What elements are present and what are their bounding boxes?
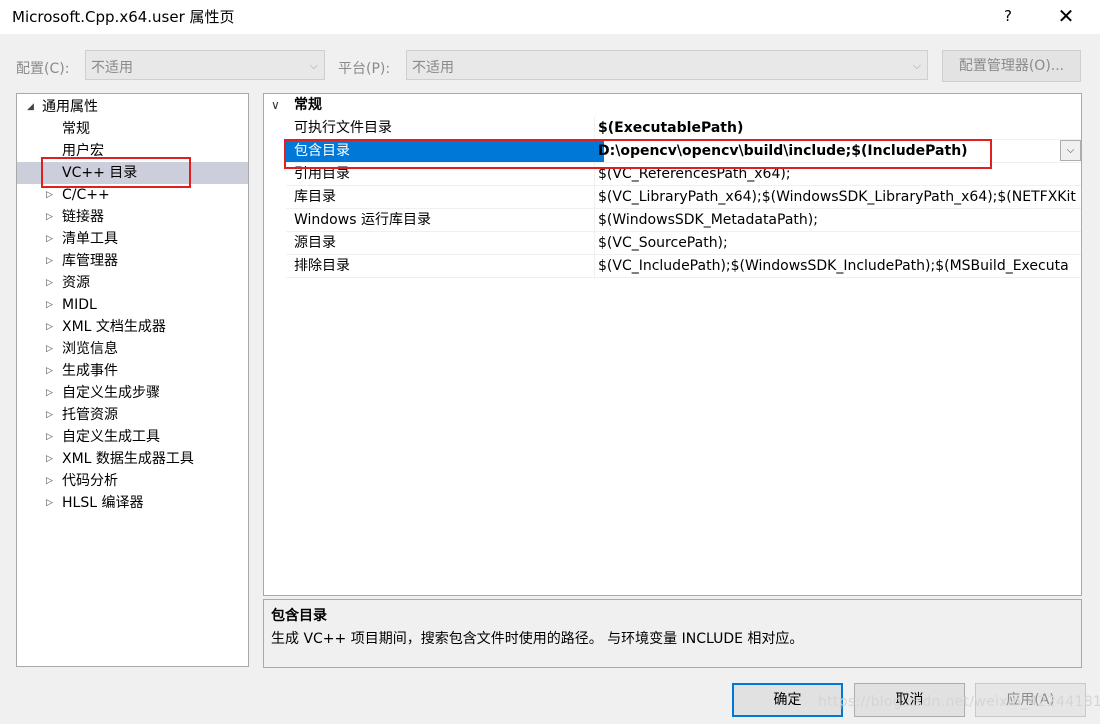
tree-item-general[interactable]: 常规: [17, 118, 248, 140]
collapsed-triangle-icon[interactable]: ▷: [46, 228, 53, 250]
highlight-box: [284, 139, 992, 169]
expanded-triangle-icon[interactable]: ◢: [27, 96, 34, 118]
title-bar: Microsoft.Cpp.x64.user 属性页 ? ✕: [0, 0, 1100, 34]
collapsed-triangle-icon[interactable]: ▷: [46, 294, 53, 316]
grid-category[interactable]: ∨ 常规: [264, 94, 1081, 117]
tree-item-resources[interactable]: ▷ 资源: [17, 272, 248, 294]
tree-item-xml-data-generator[interactable]: ▷ XML 数据生成器工具: [17, 448, 248, 470]
description-panel: 包含目录 生成 VC++ 项目期间，搜索包含文件时使用的路径。 与环境变量 IN…: [263, 599, 1082, 668]
tree-item-label: 链接器: [62, 209, 104, 225]
tree-item-librarian[interactable]: ▷ 库管理器: [17, 250, 248, 272]
tree-item-custom-build-tool[interactable]: ▷ 自定义生成工具: [17, 426, 248, 448]
tree-item-label: 库管理器: [62, 253, 118, 269]
tree-item-code-analysis[interactable]: ▷ 代码分析: [17, 470, 248, 492]
tree-item-managed-resources[interactable]: ▷ 托管资源: [17, 404, 248, 426]
chevron-down-icon[interactable]: ∨: [271, 94, 280, 116]
tree-item-midl[interactable]: ▷ MIDL: [17, 294, 248, 316]
category-label: 常规: [294, 97, 322, 113]
config-value: 不适用: [91, 60, 133, 76]
property-value[interactable]: $(VC_SourcePath);: [598, 232, 1081, 254]
tree-item-xml-doc-generator[interactable]: ▷ XML 文档生成器: [17, 316, 248, 338]
property-grid[interactable]: ∨ 常规 可执行文件目录 $(ExecutablePath) 包含目录 D:\o…: [263, 93, 1082, 596]
tree-item-label: XML 数据生成器工具: [62, 451, 194, 467]
property-name: 库目录: [294, 189, 336, 205]
chevron-down-icon: ⌵: [912, 59, 921, 72]
collapsed-triangle-icon[interactable]: ▷: [46, 206, 53, 228]
tree-item-label: HLSL 编译器: [62, 495, 144, 511]
collapsed-triangle-icon[interactable]: ▷: [46, 316, 53, 338]
description-text: 生成 VC++ 项目期间，搜索包含文件时使用的路径。 与环境变量 INCLUDE…: [271, 631, 804, 647]
window-title: Microsoft.Cpp.x64.user 属性页: [12, 8, 235, 26]
configuration-manager-button[interactable]: 配置管理器(O)...: [942, 50, 1081, 82]
collapsed-triangle-icon[interactable]: ▷: [46, 492, 53, 514]
property-value[interactable]: $(WindowsSDK_MetadataPath);: [598, 209, 1081, 231]
tree-item-label: 托管资源: [62, 407, 118, 423]
collapsed-triangle-icon[interactable]: ▷: [46, 470, 53, 492]
collapsed-triangle-icon[interactable]: ▷: [46, 426, 53, 448]
grid-row[interactable]: 排除目录 $(VC_IncludePath);$(WindowsSDK_Incl…: [264, 255, 1081, 278]
highlight-box: [41, 157, 191, 188]
property-value[interactable]: $(VC_IncludePath);$(WindowsSDK_IncludePa…: [598, 255, 1081, 277]
tree-item-label: 代码分析: [62, 473, 118, 489]
tree-root-label: 通用属性: [42, 99, 98, 115]
tree-item-label: 资源: [62, 275, 90, 291]
help-button[interactable]: ?: [990, 2, 1026, 32]
platform-label: 平台(P):: [338, 61, 391, 77]
tree-item-label: 自定义生成工具: [62, 429, 160, 445]
property-name: Windows 运行库目录: [294, 212, 431, 228]
collapsed-triangle-icon[interactable]: ▷: [46, 250, 53, 272]
collapsed-triangle-icon[interactable]: ▷: [46, 404, 53, 426]
collapsed-triangle-icon[interactable]: ▷: [46, 360, 53, 382]
platform-select[interactable]: 不适用 ⌵: [406, 50, 928, 80]
tree-item-label: XML 文档生成器: [62, 319, 166, 335]
platform-value: 不适用: [412, 60, 454, 76]
tree-item-label: 自定义生成步骤: [62, 385, 160, 401]
value-dropdown-button[interactable]: ⌵: [1060, 140, 1081, 161]
property-name: 排除目录: [294, 258, 350, 274]
tree-item-label: 常规: [62, 121, 90, 137]
tree-item-label: 清单工具: [62, 231, 118, 247]
grid-row[interactable]: Windows 运行库目录 $(WindowsSDK_MetadataPath)…: [264, 209, 1081, 232]
property-tree[interactable]: ◢ 通用属性 常规 用户宏 VC++ 目录 ▷ C/C++ ▷ 链接器 ▷ 清单工具 …: [16, 93, 249, 667]
tree-item-browse-info[interactable]: ▷ 浏览信息: [17, 338, 248, 360]
tree-item-hlsl-compiler[interactable]: ▷ HLSL 编译器: [17, 492, 248, 514]
collapsed-triangle-icon[interactable]: ▷: [46, 338, 53, 360]
tree-item-label: MIDL: [62, 297, 97, 313]
row-divider: [286, 277, 1081, 278]
tree-item-linker[interactable]: ▷ 链接器: [17, 206, 248, 228]
watermark: https://blog.csdn.net/weixin_42244181: [818, 694, 1100, 710]
chevron-down-icon: ⌵: [309, 59, 318, 72]
config-label: 配置(C):: [16, 61, 70, 77]
tree-item-label: 浏览信息: [62, 341, 118, 357]
tree-item-manifest-tool[interactable]: ▷ 清单工具: [17, 228, 248, 250]
grid-row[interactable]: 源目录 $(VC_SourcePath);: [264, 232, 1081, 255]
config-select[interactable]: 不适用 ⌵: [85, 50, 325, 80]
tree-item-custom-build-step[interactable]: ▷ 自定义生成步骤: [17, 382, 248, 404]
tree-item-build-events[interactable]: ▷ 生成事件: [17, 360, 248, 382]
collapsed-triangle-icon[interactable]: ▷: [46, 448, 53, 470]
grid-row[interactable]: 库目录 $(VC_LibraryPath_x64);$(WindowsSDK_L…: [264, 186, 1081, 209]
property-value[interactable]: $(ExecutablePath): [598, 117, 1081, 139]
property-name: 源目录: [294, 235, 336, 251]
tree-item-label: 生成事件: [62, 363, 118, 379]
collapsed-triangle-icon[interactable]: ▷: [46, 272, 53, 294]
property-value[interactable]: $(VC_LibraryPath_x64);$(WindowsSDK_Libra…: [598, 186, 1081, 208]
tree-root[interactable]: ◢ 通用属性: [17, 96, 248, 118]
chevron-down-icon: ⌵: [1066, 145, 1075, 156]
property-name: 可执行文件目录: [294, 120, 392, 136]
grid-row[interactable]: 可执行文件目录 $(ExecutablePath): [264, 117, 1081, 140]
close-button[interactable]: ✕: [1046, 2, 1086, 32]
description-title: 包含目录: [271, 608, 327, 624]
collapsed-triangle-icon[interactable]: ▷: [46, 382, 53, 404]
